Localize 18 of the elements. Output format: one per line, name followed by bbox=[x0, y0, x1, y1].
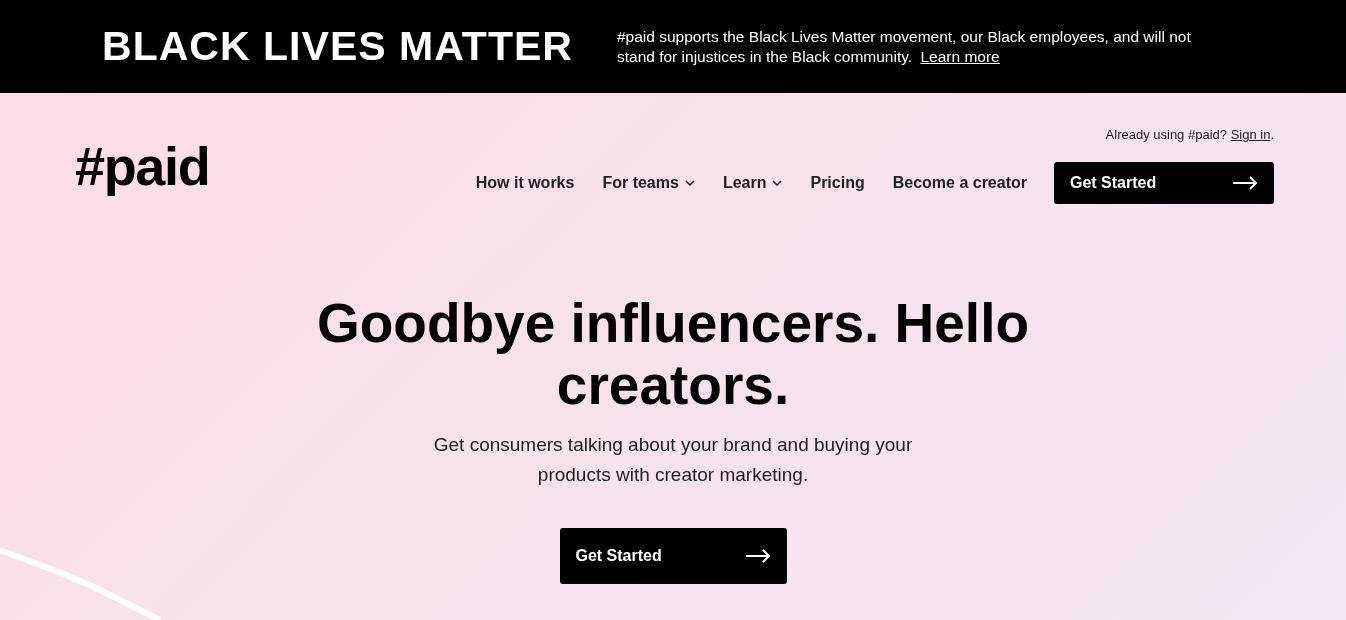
get-started-button[interactable]: Get Started bbox=[559, 527, 787, 584]
banner-title: BLACK LIVES MATTER bbox=[102, 21, 573, 71]
nav-link[interactable]: For teams bbox=[588, 170, 709, 195]
nav-link[interactable]: How it works bbox=[461, 170, 589, 195]
learn-more-link[interactable]: Learn more bbox=[920, 47, 1000, 65]
nav-link[interactable]: Learn bbox=[708, 170, 797, 195]
signin-prompt: Already using #paid? Sign in. bbox=[1105, 126, 1274, 144]
get-started-button[interactable]: Get Started bbox=[1054, 161, 1274, 204]
chevron-down-icon bbox=[772, 179, 783, 186]
hero-headline: Goodbye influencers. Hello creators. bbox=[315, 291, 1031, 416]
nav-link[interactable]: Become a creator bbox=[878, 170, 1041, 195]
arrow-icon bbox=[744, 548, 771, 563]
chevron-down-icon bbox=[684, 179, 695, 186]
arrow-icon bbox=[1232, 175, 1258, 190]
hero-subtitle: Get consumers talking about your brand and buying your products with creator marketing. bbox=[432, 432, 914, 487]
banner-message: #paid supports the Black Lives Matter movement, our Black employees, and will not stand for injustices in the Black community. Learn more bbox=[616, 26, 1192, 67]
logo[interactable]: #paid bbox=[75, 139, 210, 204]
nav-link[interactable]: Pricing bbox=[796, 170, 879, 195]
